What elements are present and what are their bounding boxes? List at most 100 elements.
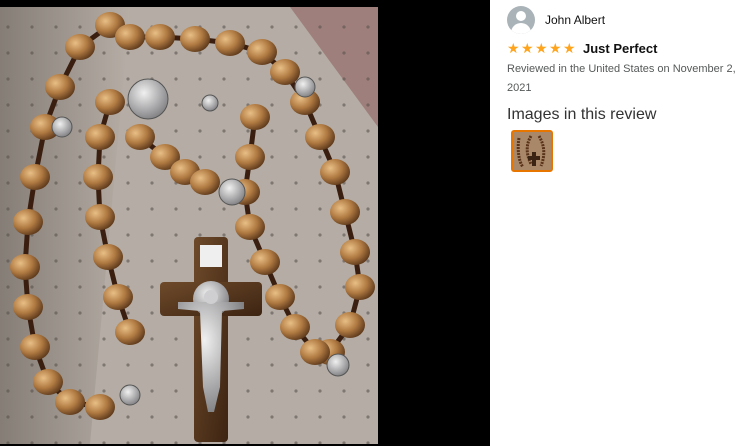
- cushion-stitch: [30, 389, 34, 393]
- cushion-stitch: [78, 311, 82, 315]
- cushion-stitch: [150, 337, 154, 341]
- rosary-bead: [247, 39, 277, 65]
- cushion-stitch: [366, 415, 370, 419]
- cushion-stitch: [78, 415, 82, 419]
- cushion-stitch: [198, 103, 202, 107]
- cushion-stitch: [102, 311, 106, 315]
- cushion-stitch: [222, 233, 226, 237]
- rosary-bead: [345, 274, 375, 300]
- rosary-bead: [55, 389, 85, 415]
- cushion-stitch: [366, 233, 370, 237]
- rosary-bead: [145, 24, 175, 50]
- cushion-stitch: [270, 129, 274, 133]
- cushion-stitch: [198, 77, 202, 81]
- cushion-stitch: [78, 207, 82, 211]
- cushion-stitch: [366, 311, 370, 315]
- cushion-stitch: [246, 337, 250, 341]
- cushion-stitch: [246, 415, 250, 419]
- cushion-stitch: [174, 337, 178, 341]
- cushion-stitch: [366, 25, 370, 29]
- cushion-stitch: [294, 363, 298, 367]
- cushion-stitch: [54, 337, 58, 341]
- cushion-stitch: [294, 389, 298, 393]
- cushion-stitch: [30, 51, 34, 55]
- rosary-bead: [180, 26, 210, 52]
- cushion-stitch: [294, 25, 298, 29]
- cushion-stitch: [6, 51, 10, 55]
- cushion-stitch: [54, 155, 58, 159]
- avatar-body: [511, 23, 531, 34]
- cushion-stitch: [270, 181, 274, 185]
- cushion-stitch: [270, 155, 274, 159]
- cushion-stitch: [174, 363, 178, 367]
- cushion-stitch: [150, 233, 154, 237]
- star-rating[interactable]: ★ ★ ★ ★ ★: [507, 42, 577, 56]
- cushion-stitch: [30, 415, 34, 419]
- star-icon: ★: [521, 40, 534, 57]
- cushion-stitch: [6, 363, 10, 367]
- cushion-stitch: [174, 77, 178, 81]
- cushion-stitch: [342, 389, 346, 393]
- cushion-stitch: [270, 415, 274, 419]
- rosary-bead: [235, 144, 265, 170]
- rosary-bead: [83, 164, 113, 190]
- rosary-bead: [13, 294, 43, 320]
- cushion-stitch: [342, 103, 346, 107]
- cushion-stitch: [246, 259, 250, 263]
- reviewer-name[interactable]: John Albert: [545, 13, 605, 27]
- rosary-bead: [125, 124, 155, 150]
- cushion-stitch: [294, 207, 298, 211]
- rosary-bead: [280, 314, 310, 340]
- rosary-bead: [85, 124, 115, 150]
- default-user-avatar-icon[interactable]: [507, 6, 535, 34]
- cushion-stitch: [246, 25, 250, 29]
- cushion-stitch: [54, 207, 58, 211]
- cushion-stitch: [294, 233, 298, 237]
- star-icon: ★: [549, 40, 562, 57]
- cushion-stitch: [270, 337, 274, 341]
- cushion-stitch: [78, 181, 82, 185]
- saint-medal: [119, 384, 141, 406]
- rosary-bead: [305, 124, 335, 150]
- cushion-stitch: [6, 233, 10, 237]
- cushion-stitch: [222, 25, 226, 29]
- cushion-stitch: [222, 207, 226, 211]
- cushion-stitch: [366, 337, 370, 341]
- cushion-stitch: [54, 363, 58, 367]
- rosary-bead: [93, 244, 123, 270]
- rosary-bead: [20, 334, 50, 360]
- cushion-stitch: [78, 129, 82, 133]
- review-panel: John Albert ★ ★ ★ ★ ★ Just Perfect Reviewed …: [490, 0, 747, 446]
- cushion-stitch: [342, 25, 346, 29]
- rosary-bead: [235, 214, 265, 240]
- cushion-stitch: [6, 155, 10, 159]
- cushion-stitch: [174, 415, 178, 419]
- images-heading: Images in this review: [507, 106, 657, 123]
- rosary-bead: [85, 394, 115, 420]
- cushion-stitch: [30, 25, 34, 29]
- rosary-thumbnail: [513, 132, 551, 170]
- cushion-stitch: [246, 389, 250, 393]
- cushion-stitch: [294, 415, 298, 419]
- cushion-stitch: [174, 389, 178, 393]
- cushion-stitch: [150, 415, 154, 419]
- saint-medal: [218, 178, 246, 206]
- cushion-stitch: [294, 285, 298, 289]
- cushion-stitch: [6, 259, 10, 263]
- cushion-stitch: [6, 285, 10, 289]
- cushion-stitch: [198, 129, 202, 133]
- cushion-stitch: [366, 207, 370, 211]
- rosary-bead: [95, 89, 125, 115]
- review-image-thumbnail[interactable]: [511, 130, 553, 172]
- cushion-stitch: [318, 51, 322, 55]
- review-title[interactable]: Just Perfect: [583, 41, 657, 56]
- reviewer-profile[interactable]: John Albert: [507, 6, 605, 34]
- rosary-bead: [10, 254, 40, 280]
- cushion-stitch: [318, 259, 322, 263]
- rating-row: ★ ★ ★ ★ ★ Just Perfect: [507, 41, 657, 56]
- cushion-stitch: [54, 51, 58, 55]
- cushion-stitch: [102, 51, 106, 55]
- saint-medal: [51, 116, 73, 138]
- rosary-bead: [115, 24, 145, 50]
- review-photo-main[interactable]: [0, 7, 378, 444]
